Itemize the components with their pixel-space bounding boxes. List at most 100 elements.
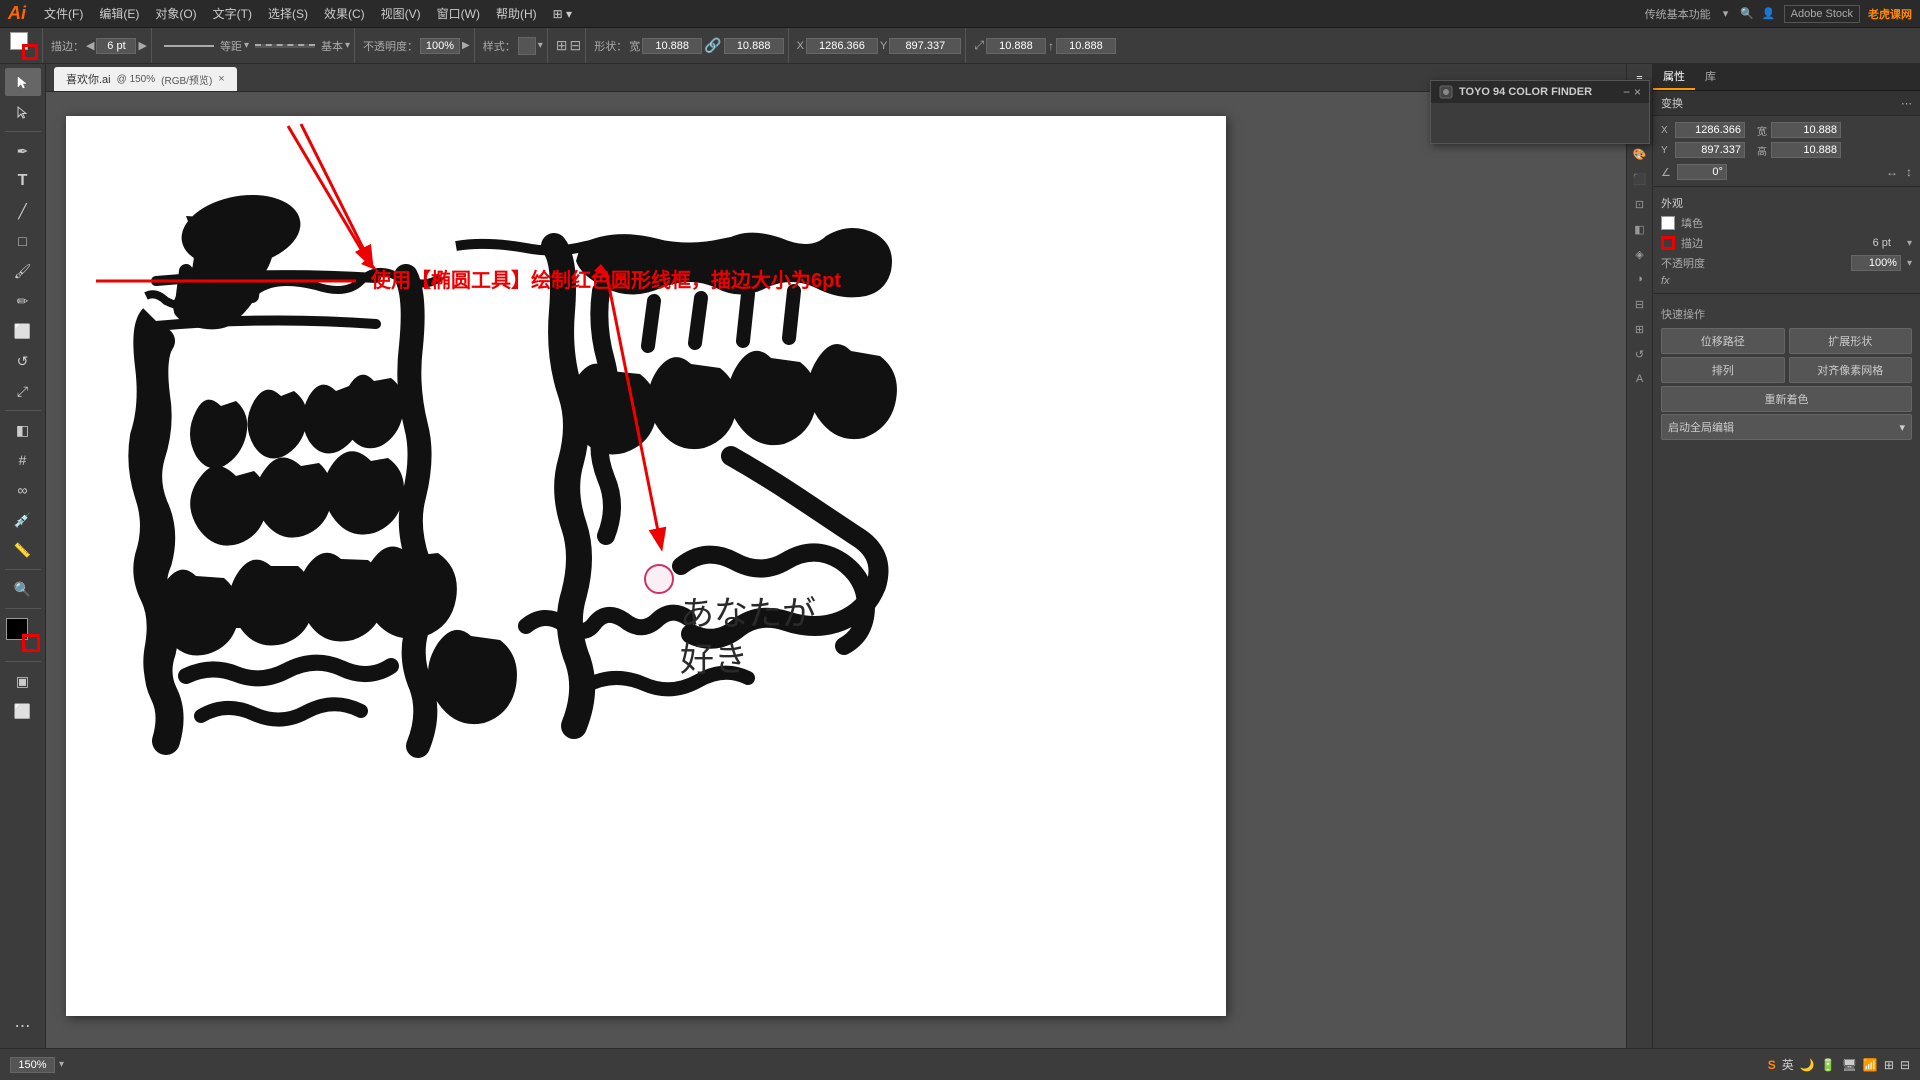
fx-label[interactable]: fx bbox=[1661, 275, 1670, 287]
quick-actions-section: 快速操作 位移路径 扩展形状 排列 对齐像素网格 重新着色 启动全局编辑 ▾ bbox=[1653, 298, 1920, 450]
color-icon[interactable]: 🎨 bbox=[1629, 143, 1651, 165]
link-icon[interactable]: 🔗 bbox=[704, 37, 721, 54]
pathfinder-icon[interactable]: ⊞ bbox=[1629, 318, 1651, 340]
menu-window[interactable]: 窗口(W) bbox=[429, 0, 488, 28]
rotate-tool[interactable]: ↺ bbox=[5, 347, 41, 375]
line-tool[interactable]: ╱ bbox=[5, 197, 41, 225]
flip-h-icon[interactable]: ↔ bbox=[1886, 165, 1898, 179]
stroke-value[interactable]: 6 pt bbox=[96, 38, 136, 54]
w-coord-value[interactable]: 10.888 bbox=[1771, 122, 1841, 138]
transform-icon[interactable]: ↺ bbox=[1629, 343, 1651, 365]
y-value[interactable]: 897.337 bbox=[889, 38, 961, 54]
stroke-icon[interactable]: ⊡ bbox=[1629, 193, 1651, 215]
tab-properties[interactable]: 属性 bbox=[1653, 64, 1695, 90]
max-value[interactable]: 10.888 bbox=[1056, 38, 1116, 54]
h-value[interactable]: 10.888 bbox=[724, 38, 784, 54]
zoom-dropdown[interactable]: ▾ bbox=[59, 1059, 64, 1070]
eyedropper-tool[interactable]: 💉 bbox=[5, 506, 41, 534]
color-finder-close[interactable]: × bbox=[1634, 85, 1641, 99]
line2-dropdown-icon[interactable]: ▾ bbox=[345, 40, 350, 51]
align-panel-icon[interactable]: ⊟ bbox=[1629, 293, 1651, 315]
style-swatch[interactable] bbox=[518, 37, 536, 55]
style-dropdown-icon[interactable]: ▾ bbox=[538, 40, 543, 51]
scale2-icon: ↑ bbox=[1048, 39, 1054, 53]
rect-tool[interactable]: □ bbox=[5, 227, 41, 255]
bottom-right-icons: S 英 🌙 🔋 🖥 📶 ⊞ ⊟ bbox=[1768, 1056, 1910, 1073]
y-label: Y bbox=[880, 40, 887, 52]
charstyle-icon[interactable]: A bbox=[1629, 368, 1651, 390]
select-tool[interactable] bbox=[5, 68, 41, 96]
user-icon[interactable]: 👤 bbox=[1762, 7, 1776, 20]
stroke-color-swatch[interactable] bbox=[1661, 236, 1675, 250]
view-mode-btn[interactable]: ▣ bbox=[5, 667, 41, 695]
direct-select-tool[interactable] bbox=[5, 98, 41, 126]
menu-select[interactable]: 选择(S) bbox=[260, 0, 316, 28]
document-tab[interactable]: 喜欢你.ai @ 150% (RGB/预览) × bbox=[54, 67, 237, 91]
scale-value[interactable]: 10.888 bbox=[986, 38, 1046, 54]
btn-recolor[interactable]: 重新着色 bbox=[1661, 386, 1912, 412]
scale-tool[interactable]: ⤢ bbox=[5, 377, 41, 405]
stroke-color-box[interactable] bbox=[22, 634, 40, 652]
canvas-area[interactable]: 喜欢你.ai @ 150% (RGB/预览) × bbox=[46, 64, 1626, 1048]
br-more-icon[interactable]: ⊟ bbox=[1900, 1058, 1910, 1072]
menu-edit[interactable]: 编辑(E) bbox=[91, 0, 147, 28]
paintbrush-tool[interactable]: 🖌 bbox=[5, 257, 41, 285]
gradient-tool[interactable]: ◧ bbox=[5, 416, 41, 444]
zoom-value[interactable]: 150% bbox=[10, 1057, 55, 1073]
btn-align-pixels[interactable]: 对齐像素网格 bbox=[1789, 357, 1913, 383]
stroke-decrease[interactable]: ◀ bbox=[86, 39, 94, 52]
w-value[interactable]: 10.888 bbox=[642, 38, 702, 54]
opacity-more-icon[interactable]: ▶ bbox=[462, 40, 470, 51]
gradient-panel-icon[interactable]: ◧ bbox=[1629, 218, 1651, 240]
opacity-more-arrow[interactable]: ▾ bbox=[1907, 258, 1912, 269]
add-tool-btn[interactable]: ⋯ bbox=[5, 1012, 41, 1040]
h-coord-value[interactable]: 10.888 bbox=[1771, 142, 1841, 158]
search-icon[interactable]: 🔍 bbox=[1740, 7, 1754, 20]
pencil-tool[interactable]: ✏ bbox=[5, 287, 41, 315]
opacity-value-panel[interactable]: 100% bbox=[1851, 255, 1901, 271]
y-coord-value[interactable]: 897.337 bbox=[1675, 142, 1745, 158]
swatches-icon[interactable]: ⬛ bbox=[1629, 168, 1651, 190]
transform-settings-icon[interactable]: ⋯ bbox=[1901, 97, 1912, 110]
tab-library[interactable]: 库 bbox=[1695, 64, 1726, 90]
menu-view[interactable]: 视图(V) bbox=[373, 0, 429, 28]
menu-file[interactable]: 文件(F) bbox=[36, 0, 91, 28]
color-finder-minimize[interactable]: − bbox=[1623, 85, 1630, 99]
stroke-dropdown-arrow[interactable]: ▾ bbox=[1907, 238, 1912, 249]
btn-arrange[interactable]: 排列 bbox=[1661, 357, 1785, 383]
stroke-size-value[interactable]: 6 pt bbox=[1873, 237, 1891, 249]
mesh-tool[interactable]: # bbox=[5, 446, 41, 474]
fill-color-swatch[interactable] bbox=[1661, 216, 1675, 230]
type-tool[interactable]: T bbox=[5, 167, 41, 195]
x-coord-value[interactable]: 1286.366 bbox=[1675, 122, 1745, 138]
pen-tool[interactable]: ✒ bbox=[5, 137, 41, 165]
menu-effects[interactable]: 效果(C) bbox=[316, 0, 373, 28]
stroke-increase[interactable]: ▶ bbox=[138, 39, 146, 52]
btn-expand[interactable]: 扩展形状 bbox=[1789, 328, 1913, 354]
br-lang-icon[interactable]: 英 bbox=[1782, 1056, 1794, 1073]
menu-help[interactable]: 帮助(H) bbox=[488, 0, 545, 28]
transparency-icon[interactable]: ◈ bbox=[1629, 243, 1651, 265]
br-settings2-icon[interactable]: ⊞ bbox=[1884, 1058, 1894, 1072]
zoom-tool[interactable]: 🔍 bbox=[5, 575, 41, 603]
btn-start-edit[interactable]: 启动全局编辑 ▾ bbox=[1661, 414, 1912, 440]
measure-tool[interactable]: 📏 bbox=[5, 536, 41, 564]
eraser-tool[interactable]: ⬜ bbox=[5, 317, 41, 345]
menu-text[interactable]: 文字(T) bbox=[205, 0, 260, 28]
flip-v-icon[interactable]: ↕ bbox=[1906, 165, 1912, 179]
opacity-value[interactable]: 100% bbox=[420, 38, 460, 54]
h-coord-label: 高 bbox=[1757, 143, 1767, 158]
x-value[interactable]: 1286.366 bbox=[806, 38, 878, 54]
appearance-icon[interactable]: ◑ bbox=[1629, 268, 1651, 290]
tab-close-btn[interactable]: × bbox=[218, 73, 224, 85]
canvas-surface[interactable]: 使用【椭圆工具】绘制红色圆形线框，描边大小为6pt bbox=[46, 96, 1626, 1048]
menu-object[interactable]: 对象(O) bbox=[147, 0, 204, 28]
line-dropdown-icon[interactable]: ▾ bbox=[244, 40, 249, 51]
adobe-stock-label[interactable]: Adobe Stock bbox=[1784, 5, 1860, 23]
angle-value[interactable]: 0° bbox=[1677, 164, 1727, 180]
btn-align-path[interactable]: 位移路径 bbox=[1661, 328, 1785, 354]
menu-mode-icon[interactable]: ⊞ ▾ bbox=[545, 0, 580, 28]
stroke-swatch-toolbar[interactable] bbox=[22, 44, 38, 60]
blend-tool[interactable]: ∞ bbox=[5, 476, 41, 504]
screen-mode-btn[interactable]: ⬜ bbox=[5, 697, 41, 725]
